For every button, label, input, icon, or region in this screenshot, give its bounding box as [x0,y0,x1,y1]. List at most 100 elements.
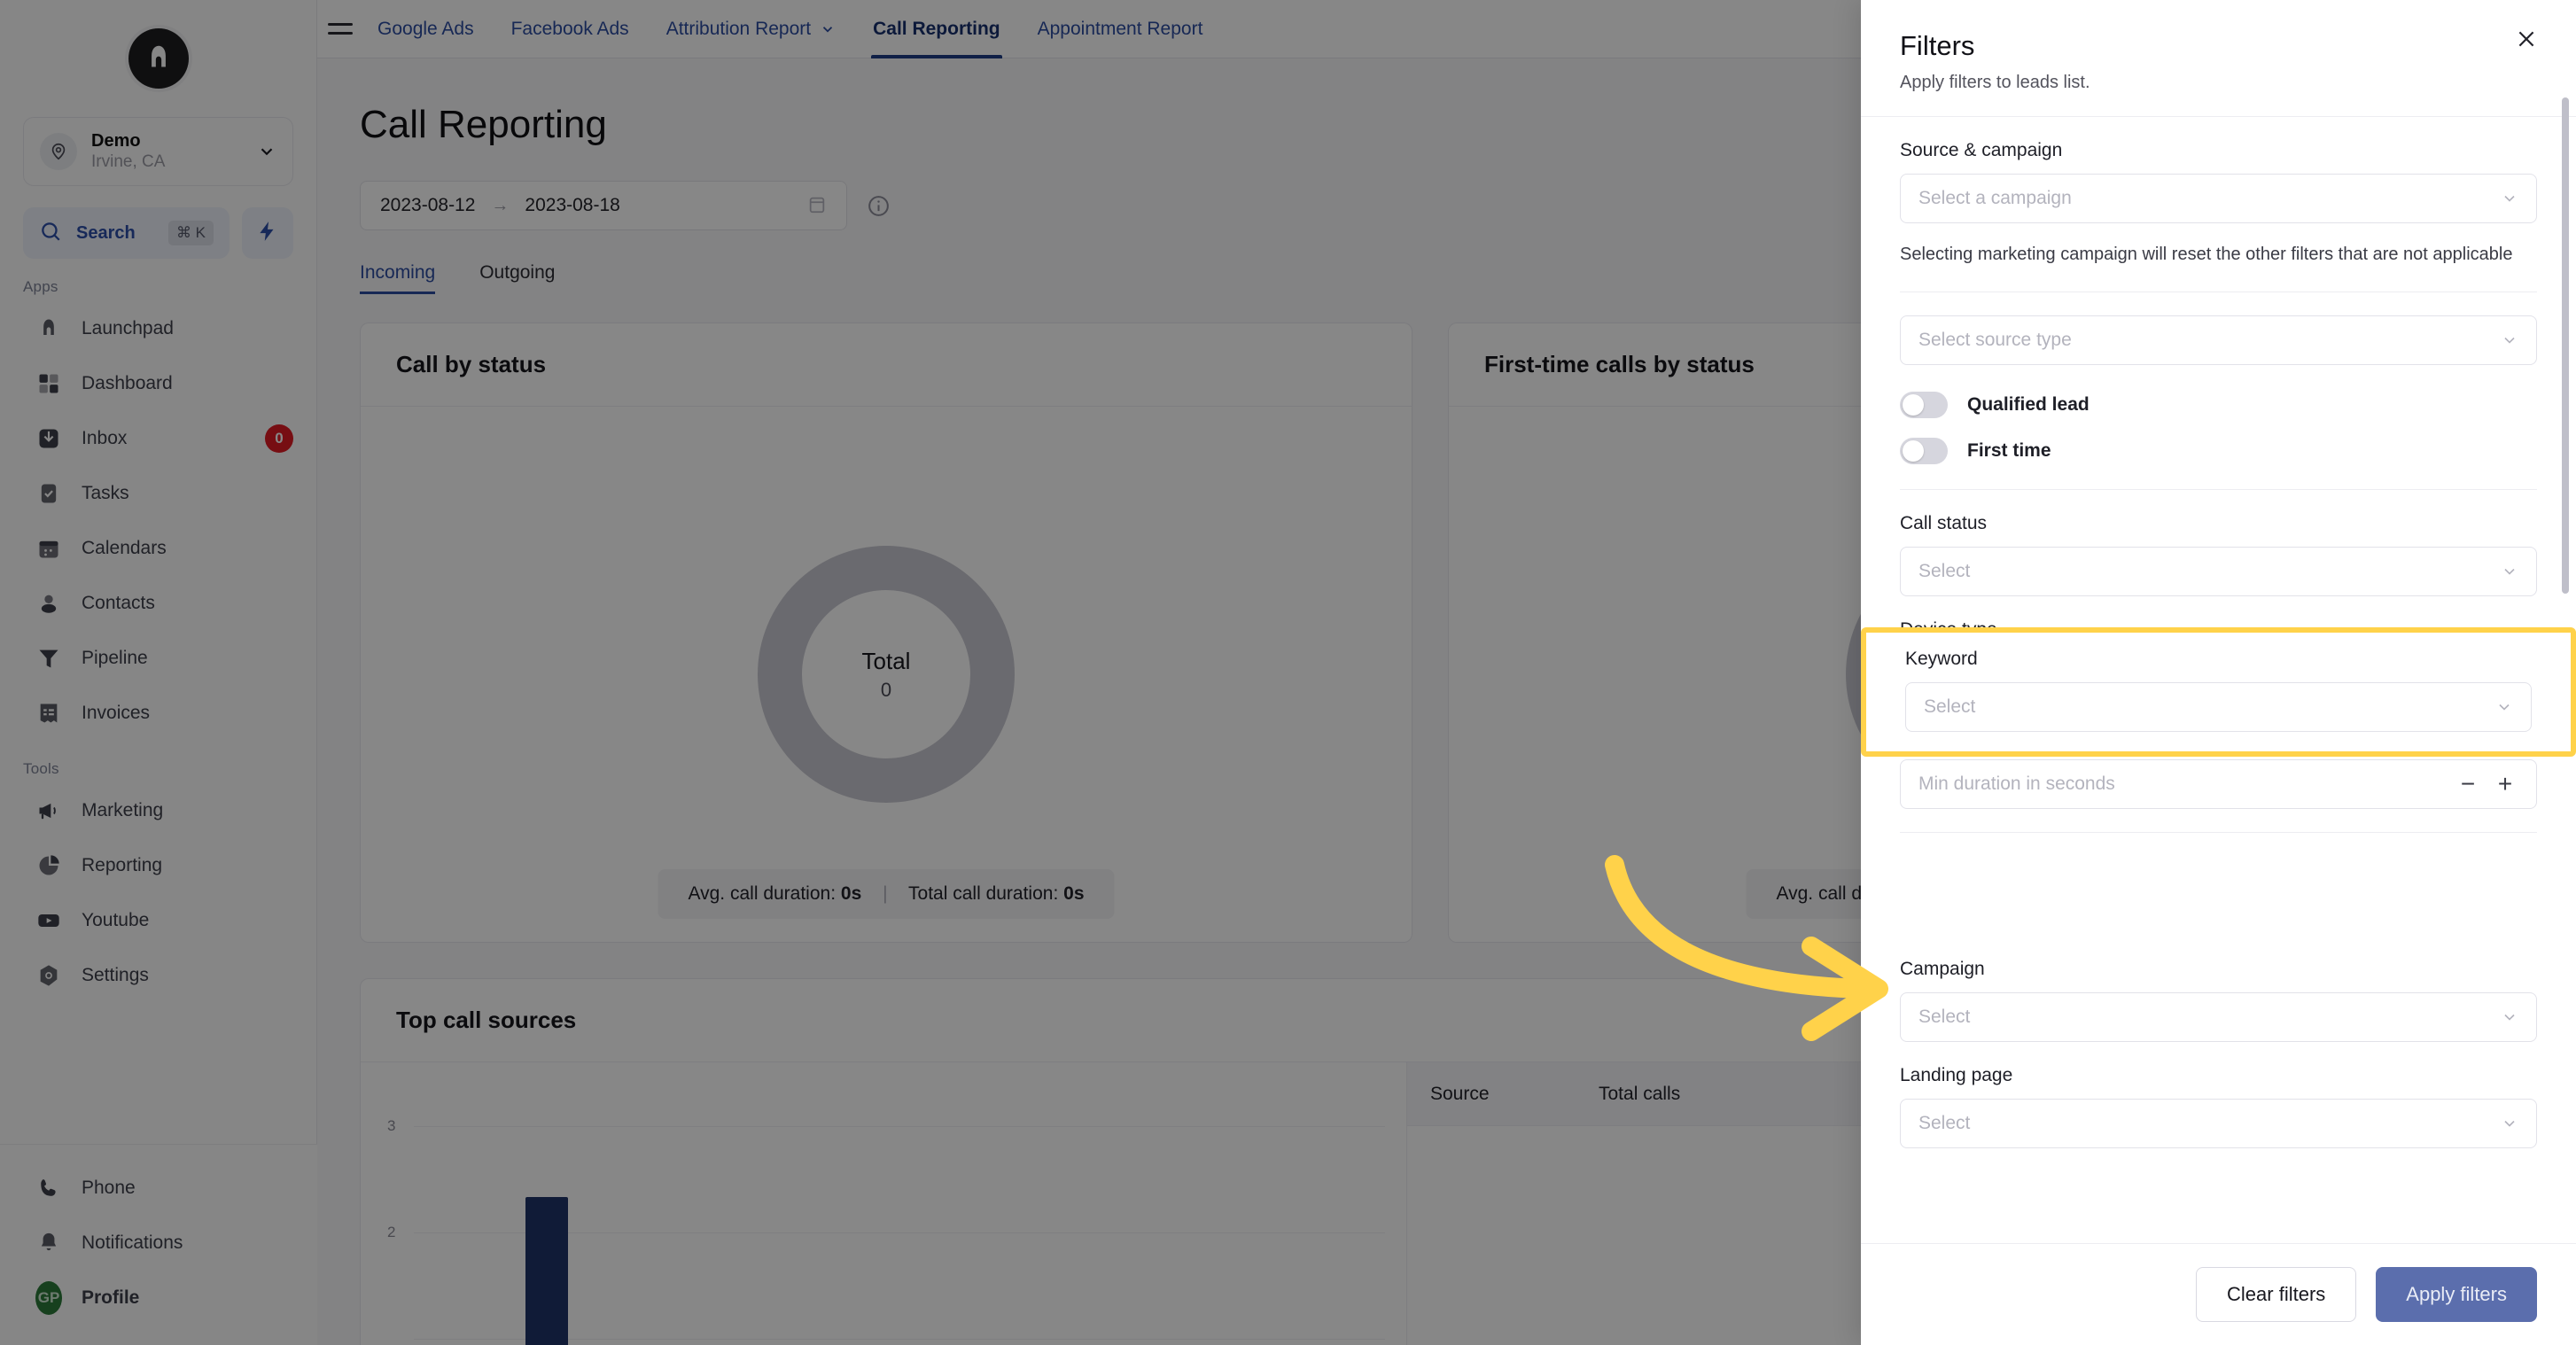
chevron-down-icon [2501,563,2518,580]
chevron-down-icon [820,21,836,37]
sidebar-item-profile[interactable]: GP Profile [0,1271,317,1326]
select-campaign-field[interactable]: Select [1900,992,2537,1042]
subtab-label: Incoming [360,262,436,283]
date-range-picker[interactable]: 2023-08-12 → 2023-08-18 [360,181,847,230]
search-icon [39,220,62,247]
toggle-first-time[interactable]: First time [1900,438,2537,464]
sidebar-item-label: Marketing [82,800,164,820]
group-campaign: Campaign Select [1900,959,2537,1042]
duration-input-placeholder[interactable]: Min duration in seconds [1918,774,2449,795]
tab-facebook-ads[interactable]: Facebook Ads [510,0,631,58]
card-title: Call by status [361,323,1412,407]
tab-label: Google Ads [377,18,474,39]
select-campaign-placeholder: Select a campaign [1918,188,2072,208]
search-row: Search ⌘ K [0,186,316,259]
info-icon[interactable] [867,194,891,218]
sidebar: Demo Irvine, CA Search ⌘ K Apps Launchpa… [0,0,317,1345]
app-root: Demo Irvine, CA Search ⌘ K Apps Launchpa… [0,0,2576,1345]
sidebar-item-marketing[interactable]: Marketing [0,783,316,838]
sidebar-item-notifications[interactable]: Notifications [0,1216,317,1271]
filters-header: Filters Apply filters to leads list. [1861,0,2576,117]
avatar-initials: GP [35,1281,62,1315]
inbox-badge: 0 [265,424,293,453]
select-keyword[interactable]: Select [1905,682,2532,732]
sidebar-item-calendars[interactable]: Calendars [0,521,316,576]
sidebar-item-dashboard[interactable]: Dashboard [0,356,316,411]
close-button[interactable] [2509,23,2544,58]
date-range-arrow: → [491,195,510,215]
megaphone-icon [35,797,62,824]
toggle-switch[interactable] [1900,392,1948,418]
sidebar-item-youtube[interactable]: Youtube [0,893,316,948]
sidebar-item-reporting[interactable]: Reporting [0,838,316,893]
filters-footer: Clear filters Apply filters [1861,1243,2576,1345]
label-landing-page: Landing page [1900,1065,2013,1085]
menu-toggle-icon[interactable] [328,23,354,35]
toggle-qualified-lead[interactable]: Qualified lead [1900,392,2537,418]
tab-attribution-report[interactable]: Attribution Report [665,0,837,58]
duration-stepper[interactable]: Min duration in seconds − + [1900,759,2537,809]
toggle-label: Qualified lead [1967,394,2090,415]
column-header-source: Source [1430,1083,1490,1104]
invoices-icon [35,700,62,727]
bolt-icon [256,220,279,247]
quick-action-button[interactable] [242,207,293,259]
group-call-status: Call status Select [1900,513,2537,596]
sidebar-item-phone[interactable]: Phone [0,1161,317,1216]
sidebar-item-label: Invoices [82,703,151,723]
column-header-total-calls: Total calls [1599,1083,1681,1104]
select-campaign-field-placeholder: Select [1918,1007,1971,1027]
duration-decrement-button[interactable]: − [2449,766,2487,802]
card-call-by-status: Call by status Total 0 Avg. call duratio… [360,323,1413,943]
y-axis-tick: 3 [387,1117,396,1134]
filters-panel: Filters Apply filters to leads list. Sou… [1861,0,2576,1345]
date-start[interactable]: 2023-08-12 [380,195,475,216]
sidebar-item-launchpad[interactable]: Launchpad [0,301,316,356]
dashboard-icon [35,370,62,397]
sidebar-item-inbox[interactable]: Inbox 0 [0,411,316,466]
card-body: Total 0 Avg. call duration: 0s | Total c… [361,407,1412,942]
apply-filters-button[interactable]: Apply filters [2376,1267,2537,1322]
search-input[interactable]: Search ⌘ K [23,207,230,259]
youtube-icon [35,907,62,934]
tab-incoming[interactable]: Incoming [360,262,436,294]
select-source-type-placeholder: Select source type [1918,330,2072,350]
sidebar-item-contacts[interactable]: Contacts [0,576,316,631]
search-label: Search [76,222,136,243]
location-switcher[interactable]: Demo Irvine, CA [23,117,293,186]
panel-scrollbar[interactable] [2562,97,2569,594]
bar-chart-top-call-sources: 3 2 [361,1062,1406,1345]
sidebar-item-tasks[interactable]: Tasks [0,466,316,521]
tab-appointment-report[interactable]: Appointment Report [1036,0,1205,58]
launchpad-icon [35,315,62,342]
sidebar-item-pipeline[interactable]: Pipeline [0,631,316,686]
calendar-icon[interactable] [807,195,827,216]
select-call-status[interactable]: Select [1900,547,2537,596]
tab-outgoing[interactable]: Outgoing [479,262,555,294]
duration-increment-button[interactable]: + [2487,766,2524,802]
date-end[interactable]: 2023-08-18 [525,195,619,216]
donut-total-label: Total [861,647,911,674]
avg-duration-value: 0s [840,883,862,904]
divider [1900,489,2537,490]
select-call-status-placeholder: Select [1918,561,1971,581]
sidebar-item-label: Launchpad [82,318,174,338]
total-duration-label: Total call duration: [908,883,1059,904]
donut-chart-call-by-status: Total 0 [758,546,1015,803]
sidebar-item-settings[interactable]: Settings [0,948,316,1003]
sidebar-item-label: Pipeline [82,648,148,668]
toggle-switch[interactable] [1900,438,1948,464]
select-source-type[interactable]: Select source type [1900,315,2537,365]
chevron-down-icon[interactable] [257,142,276,161]
select-landing-page[interactable]: Select [1900,1099,2537,1148]
brand-logo[interactable] [0,0,316,117]
tab-google-ads[interactable]: Google Ads [376,0,476,58]
tab-call-reporting[interactable]: Call Reporting [871,0,1002,58]
sidebar-item-invoices[interactable]: Invoices [0,686,316,741]
sidebar-item-label: Tasks [82,483,129,503]
keyword-highlight-box: Keyword Select [1861,627,2576,757]
clear-filters-button[interactable]: Clear filters [2196,1267,2357,1322]
location-name: Demo [91,131,141,152]
select-campaign[interactable]: Select a campaign [1900,174,2537,223]
avatar: GP [35,1281,62,1315]
